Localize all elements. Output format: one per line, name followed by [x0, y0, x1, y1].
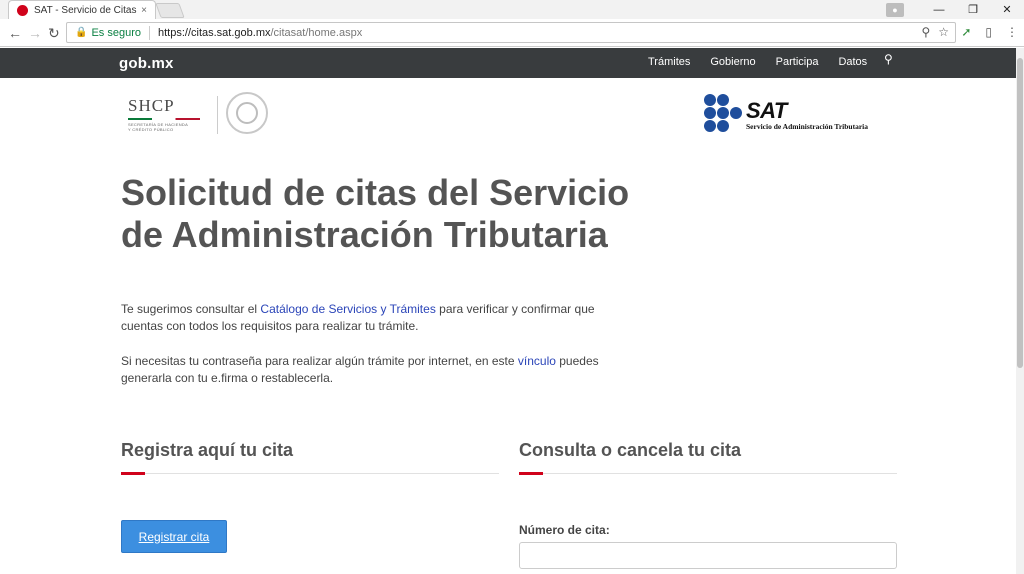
logo-divider — [217, 96, 218, 134]
zoom-icon[interactable]: ⚲ — [921, 25, 930, 39]
password-text-pre: Si necesitas tu contraseña para realizar… — [121, 354, 518, 368]
browser-tab[interactable]: SAT - Servicio de Citas × — [8, 0, 156, 19]
nav-link-participa[interactable]: Participa — [776, 56, 819, 68]
address-separator — [148, 25, 150, 40]
sat-dots-icon — [704, 94, 744, 132]
nav-link-datos[interactable]: Datos — [838, 56, 867, 68]
gov-navbar: gob.mx Trámites Gobierno Participa Datos… — [0, 48, 1016, 78]
intro-paragraph: Te sugerimos consultar el Catálogo de Se… — [121, 301, 621, 335]
url-path: /citasat/home.aspx — [270, 26, 363, 39]
new-tab-button[interactable] — [155, 3, 185, 18]
back-icon[interactable]: ← — [8, 25, 22, 41]
intro-text-pre: Te sugerimos consultar el — [121, 302, 261, 316]
bookmark-star-icon[interactable]: ☆ — [938, 25, 949, 39]
shcp-sub-2: Y CRÉDITO PÚBLICO — [128, 127, 174, 132]
sat-logo: SAT Servicio de Administración Tributari… — [704, 94, 894, 134]
window-controls: ● — ❐ ✕ — [886, 0, 1024, 19]
shcp-name: SHCP — [128, 96, 175, 115]
minimize-icon[interactable]: — — [922, 4, 956, 16]
gobmx-logo[interactable]: gob.mx — [119, 55, 174, 72]
gov-nav-links: Trámites Gobierno Participa Datos — [648, 56, 887, 68]
consult-accent-bar — [519, 472, 543, 475]
address-bar[interactable]: 🔒 Es seguro https://citas.sat.gob.mx/cit… — [66, 22, 956, 43]
nav-link-tramites[interactable]: Trámites — [648, 56, 690, 68]
sat-favicon-icon — [17, 4, 28, 16]
close-window-icon[interactable]: ✕ — [990, 3, 1024, 16]
page-title: Solicitud de citas del Servicio de Admin… — [121, 172, 630, 255]
register-divider — [121, 473, 499, 474]
tab-strip: SAT - Servicio de Citas × ● — ❐ ✕ — [0, 0, 1024, 19]
catalog-link[interactable]: Catálogo de Servicios y Trámites — [260, 302, 435, 316]
password-link[interactable]: vínculo — [518, 354, 556, 368]
scrollbar-thumb[interactable] — [1017, 58, 1023, 368]
reload-icon[interactable]: ↻ — [48, 25, 60, 42]
restore-icon[interactable]: ❐ — [956, 3, 990, 16]
secure-label: Es seguro — [91, 26, 141, 39]
forward-icon[interactable]: → — [28, 25, 42, 41]
browser-toolbar: ← → ↻ 🔒 Es seguro https://citas.sat.gob.… — [0, 19, 1024, 47]
lock-icon: 🔒 — [75, 27, 88, 38]
profile-icon[interactable]: ● — [886, 2, 904, 17]
sat-fullname: Servicio de Administración Tributaria — [746, 122, 869, 131]
sat-wordmark: SAT — [746, 98, 787, 123]
extension-icon[interactable]: ➚ — [961, 25, 971, 39]
cast-icon[interactable]: ▯ — [985, 25, 992, 39]
search-icon[interactable]: ⚲ — [884, 52, 893, 66]
register-accent-bar — [121, 472, 145, 475]
tab-title: SAT - Servicio de Citas — [34, 4, 137, 16]
close-tab-icon[interactable]: × — [137, 5, 151, 16]
url-host: https://citas.sat.gob.mx — [157, 26, 271, 39]
register-button[interactable]: Registrar cita — [121, 520, 227, 553]
password-paragraph: Si necesitas tu contraseña para realizar… — [121, 353, 621, 387]
national-seal-icon — [226, 92, 268, 134]
page-scrollbar[interactable] — [1016, 48, 1024, 574]
consult-divider — [519, 473, 897, 474]
nav-link-gobierno[interactable]: Gobierno — [710, 56, 755, 68]
appointment-number-input[interactable] — [519, 542, 897, 569]
consult-section-title: Consulta o cancela tu cita — [519, 440, 742, 460]
register-section-title: Registra aquí tu cita — [121, 440, 294, 460]
address-bar-actions: ⚲ ☆ — [921, 25, 949, 39]
appointment-number-label: Número de cita: — [519, 523, 610, 537]
menu-kebab-icon[interactable]: ⋮ — [1006, 25, 1018, 39]
shcp-logo: SHCP SECRETARÍA DE HACIENDA Y CRÉDITO PÚ… — [128, 96, 208, 132]
shcp-flag-line — [128, 118, 200, 120]
extension-icons: ➚ ▯ ⋮ — [961, 25, 1018, 39]
